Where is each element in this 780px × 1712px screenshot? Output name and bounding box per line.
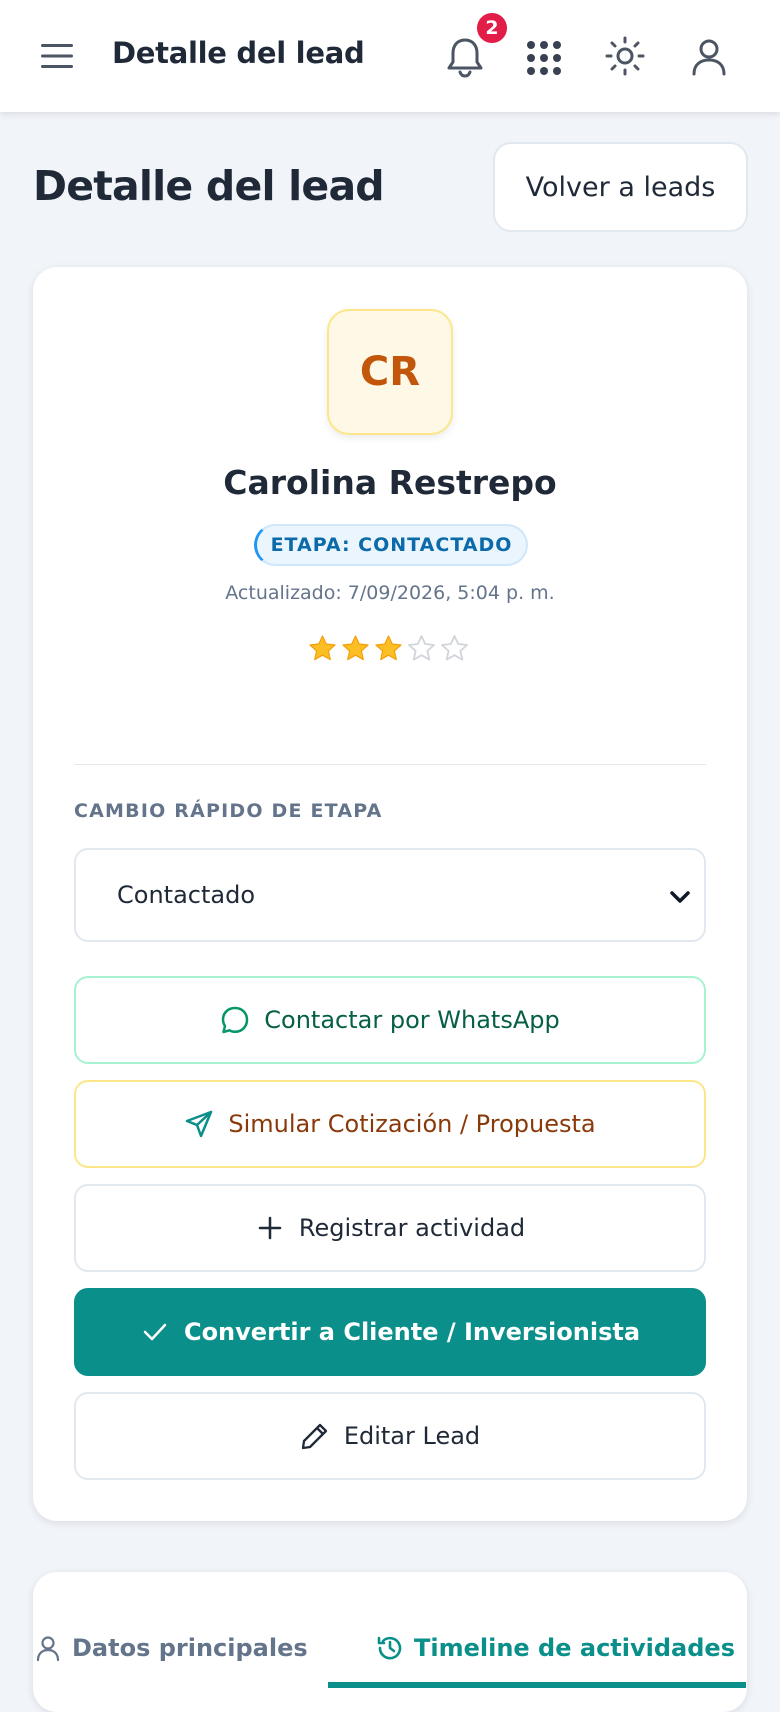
check-icon xyxy=(143,1323,167,1341)
tab-main-label: Datos principales xyxy=(72,1634,308,1662)
tab-main-data[interactable]: Datos principales xyxy=(34,1626,308,1670)
star-empty-icon[interactable] xyxy=(407,634,436,663)
chat-bubble-icon xyxy=(222,1006,249,1034)
stage-select-value: Contactado xyxy=(117,881,255,909)
whatsapp-label: Contactar por WhatsApp xyxy=(264,1006,560,1034)
star-empty-icon[interactable] xyxy=(440,634,469,663)
sun-icon[interactable] xyxy=(605,36,645,76)
back-to-leads-button[interactable]: Volver a leads xyxy=(493,142,748,232)
send-icon xyxy=(186,1110,213,1138)
notification-badge: 2 xyxy=(475,11,509,45)
convert-client-button[interactable]: Convertir a Cliente / Inversionista xyxy=(74,1288,706,1376)
star-filled-icon[interactable] xyxy=(341,634,370,663)
divider xyxy=(74,764,706,765)
updated-timestamp: Actualizado: 7/09/2026, 5:04 p. m. xyxy=(225,582,555,604)
register-activity-button[interactable]: Registrar actividad xyxy=(74,1184,706,1272)
header-title: Detalle del lead xyxy=(112,36,365,70)
bell-icon[interactable] xyxy=(445,36,485,78)
menu-icon[interactable] xyxy=(40,40,74,72)
chevron-down-icon xyxy=(670,891,690,903)
user-icon xyxy=(36,1636,60,1662)
user-icon[interactable] xyxy=(690,38,728,76)
tab-timeline[interactable]: Timeline de actividades xyxy=(376,1626,735,1670)
register-activity-label: Registrar actividad xyxy=(298,1214,526,1242)
lead-name: Carolina Restrepo xyxy=(223,463,557,502)
star-filled-icon[interactable] xyxy=(374,634,403,663)
top-bar: Detalle del lead 2 xyxy=(0,0,780,112)
whatsapp-button[interactable]: Contactar por WhatsApp xyxy=(74,976,706,1064)
history-icon xyxy=(377,1636,402,1660)
stage-badge: ETAPA: CONTACTADO xyxy=(254,524,528,566)
edit-lead-button[interactable]: Editar Lead xyxy=(74,1392,706,1480)
avatar: CR xyxy=(327,309,453,435)
lead-card: CR Carolina Restrepo ETAPA: CONTACTADO A… xyxy=(33,267,747,1521)
convert-client-label: Convertir a Cliente / Inversionista xyxy=(183,1318,641,1346)
star-filled-icon[interactable] xyxy=(308,634,337,663)
tab-timeline-label: Timeline de actividades xyxy=(414,1634,735,1662)
star-rating[interactable] xyxy=(308,634,474,664)
plus-icon xyxy=(258,1216,282,1240)
edit-lead-label: Editar Lead xyxy=(343,1422,481,1450)
quick-stage-label: CAMBIO RÁPIDO DE ETAPA xyxy=(74,800,383,822)
page-title: Detalle del lead xyxy=(33,162,385,210)
apps-grid-icon[interactable] xyxy=(526,40,562,76)
simulate-quote-button[interactable]: Simular Cotización / Propuesta xyxy=(74,1080,706,1168)
pencil-icon xyxy=(301,1423,327,1450)
active-tab-indicator xyxy=(328,1682,746,1688)
stage-select[interactable]: Contactado xyxy=(74,848,706,942)
simulate-quote-label: Simular Cotización / Propuesta xyxy=(228,1110,596,1138)
